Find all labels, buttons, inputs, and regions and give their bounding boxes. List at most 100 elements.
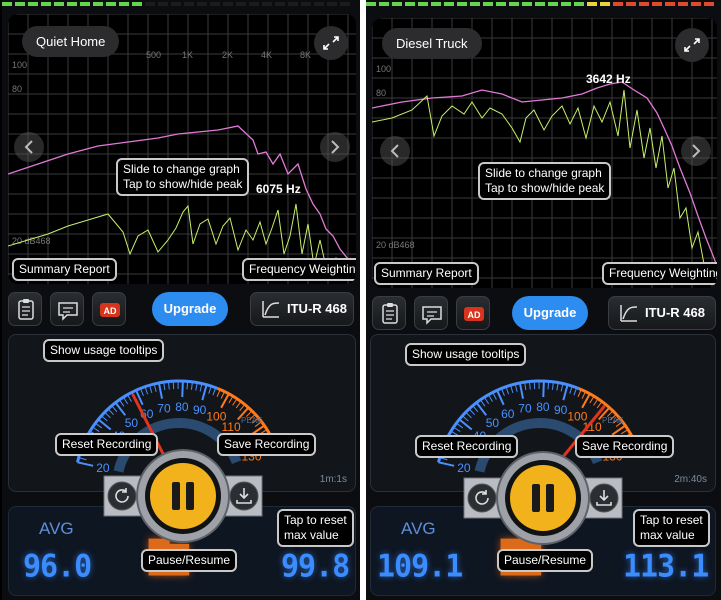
dial-tick	[118, 399, 125, 407]
dial-scale-label: 70	[518, 401, 532, 415]
save-recording-button[interactable]	[229, 481, 259, 511]
pause-resume-button[interactable]	[496, 451, 590, 545]
max-value[interactable]: 99.8	[281, 548, 350, 585]
dial-tick	[101, 415, 108, 422]
weighting-label: ITU-R 468	[287, 301, 347, 316]
usage-tooltips-button[interactable]	[50, 292, 84, 326]
level-led-bar	[366, 2, 714, 6]
avg-label: AVG	[401, 519, 436, 538]
dial-tick	[547, 381, 550, 390]
location-label[interactable]: Diesel Truck	[382, 28, 482, 59]
spectrum-graph[interactable]: 100 80 20 dB468 Diesel Truck 3642 Hz Sli…	[372, 18, 717, 288]
led-segment	[67, 2, 77, 6]
reset-recording-button[interactable]	[467, 483, 497, 513]
dial-tick	[95, 422, 103, 429]
dial-tick	[235, 401, 242, 409]
max-value[interactable]: 113.1	[623, 548, 709, 585]
usage-tooltips-button[interactable]	[414, 296, 448, 330]
dial-tick	[201, 384, 208, 401]
led-segment	[639, 2, 649, 6]
level-led-bar	[2, 2, 350, 6]
location-label[interactable]: Quiet Home	[22, 26, 120, 57]
led-segment	[223, 2, 233, 6]
dial-tick	[140, 388, 144, 397]
dial-tick	[483, 396, 490, 405]
prev-graph-icon[interactable]	[380, 136, 410, 166]
tap-reset-line2: max value	[284, 528, 339, 542]
led-segment	[145, 2, 155, 6]
led-segment	[366, 2, 376, 6]
elapsed-time: 1m:1s	[319, 474, 347, 485]
spectrum-graph[interactable]: 100 80 20 dB468 500 1K 2K 4K 8K Quiet Ho…	[8, 14, 356, 284]
expand-icon[interactable]	[314, 26, 348, 60]
led-segment	[626, 2, 636, 6]
reset-recording-button[interactable]	[107, 481, 137, 511]
pause-icon-bar	[172, 482, 180, 510]
led-segment	[288, 2, 298, 6]
led-segment	[496, 2, 506, 6]
led-segment	[171, 2, 181, 6]
led-segment	[314, 2, 324, 6]
summary-report-button[interactable]	[372, 296, 406, 330]
expand-icon[interactable]	[675, 28, 709, 62]
dial-tick	[468, 408, 475, 416]
upgrade-button[interactable]: Upgrade	[512, 296, 588, 330]
weighting-label: ITU-R 468	[645, 305, 705, 320]
led-segment	[704, 2, 714, 6]
slide-tooltip-line1: Slide to change graph	[123, 162, 240, 176]
pause-resume-button[interactable]	[136, 449, 230, 543]
ad-button[interactable]: AD	[92, 292, 126, 326]
peak-frequency-label[interactable]: 3642 Hz	[586, 72, 631, 86]
recording-controls	[103, 449, 263, 543]
speech-bubble-icon	[422, 306, 442, 325]
toolbar: AD Upgrade ITU-R 468	[366, 290, 721, 336]
led-segment	[106, 2, 116, 6]
toolbar: AD Upgrade ITU-R 468	[2, 286, 360, 332]
led-segment	[262, 2, 272, 6]
led-segment	[197, 2, 207, 6]
dial-tick	[475, 402, 488, 416]
frequency-weighting-button[interactable]: ITU-R 468	[608, 296, 716, 330]
summary-report-button[interactable]	[8, 292, 42, 326]
slide-tooltip-line2: Tap to show/hide peak	[485, 181, 605, 195]
dial-tick	[181, 381, 184, 398]
led-segment	[522, 2, 532, 6]
summary-tooltip: Summary Report	[374, 262, 479, 285]
y-label-20: 20 dB468	[376, 240, 415, 250]
next-graph-icon[interactable]	[320, 132, 350, 162]
slide-tooltip-line2: Tap to show/hide peak	[123, 177, 243, 191]
dial-scale-label: 110	[222, 420, 241, 434]
led-segment	[509, 2, 519, 6]
led-segment	[249, 2, 259, 6]
clipboard-icon	[382, 303, 398, 324]
dial-tick	[542, 381, 545, 398]
speech-bubble-icon	[58, 302, 78, 321]
dial-tick	[462, 415, 469, 422]
dial-tick	[577, 389, 582, 398]
ad-button[interactable]: AD	[456, 296, 490, 330]
led-segment	[483, 2, 493, 6]
pause-icon-bar	[186, 482, 194, 510]
dial-tick	[228, 395, 234, 404]
led-segment	[327, 2, 337, 6]
upgrade-button[interactable]: Upgrade	[152, 292, 228, 326]
save-recording-button[interactable]	[589, 483, 619, 513]
dial-tick	[438, 461, 455, 467]
tap-reset-tooltip: Tap to reset max value	[277, 509, 354, 547]
dial-tick	[472, 405, 479, 413]
dial-tick	[77, 461, 94, 467]
prev-graph-icon[interactable]	[14, 132, 44, 162]
led-segment	[574, 2, 584, 6]
peak-frequency-label[interactable]: 6075 Hz	[256, 182, 301, 196]
led-segment	[301, 2, 311, 6]
peak-scale-label: PEAK	[602, 416, 624, 425]
pause-icon-bar	[532, 484, 540, 512]
next-graph-icon[interactable]	[681, 136, 711, 166]
frequency-weighting-button[interactable]: ITU-R 468	[250, 292, 354, 326]
pause-icon-bar	[546, 484, 554, 512]
dial-tick	[127, 394, 132, 402]
led-segment	[548, 2, 558, 6]
pause-face	[150, 463, 216, 529]
led-segment	[15, 2, 25, 6]
dial-tick	[593, 398, 599, 406]
